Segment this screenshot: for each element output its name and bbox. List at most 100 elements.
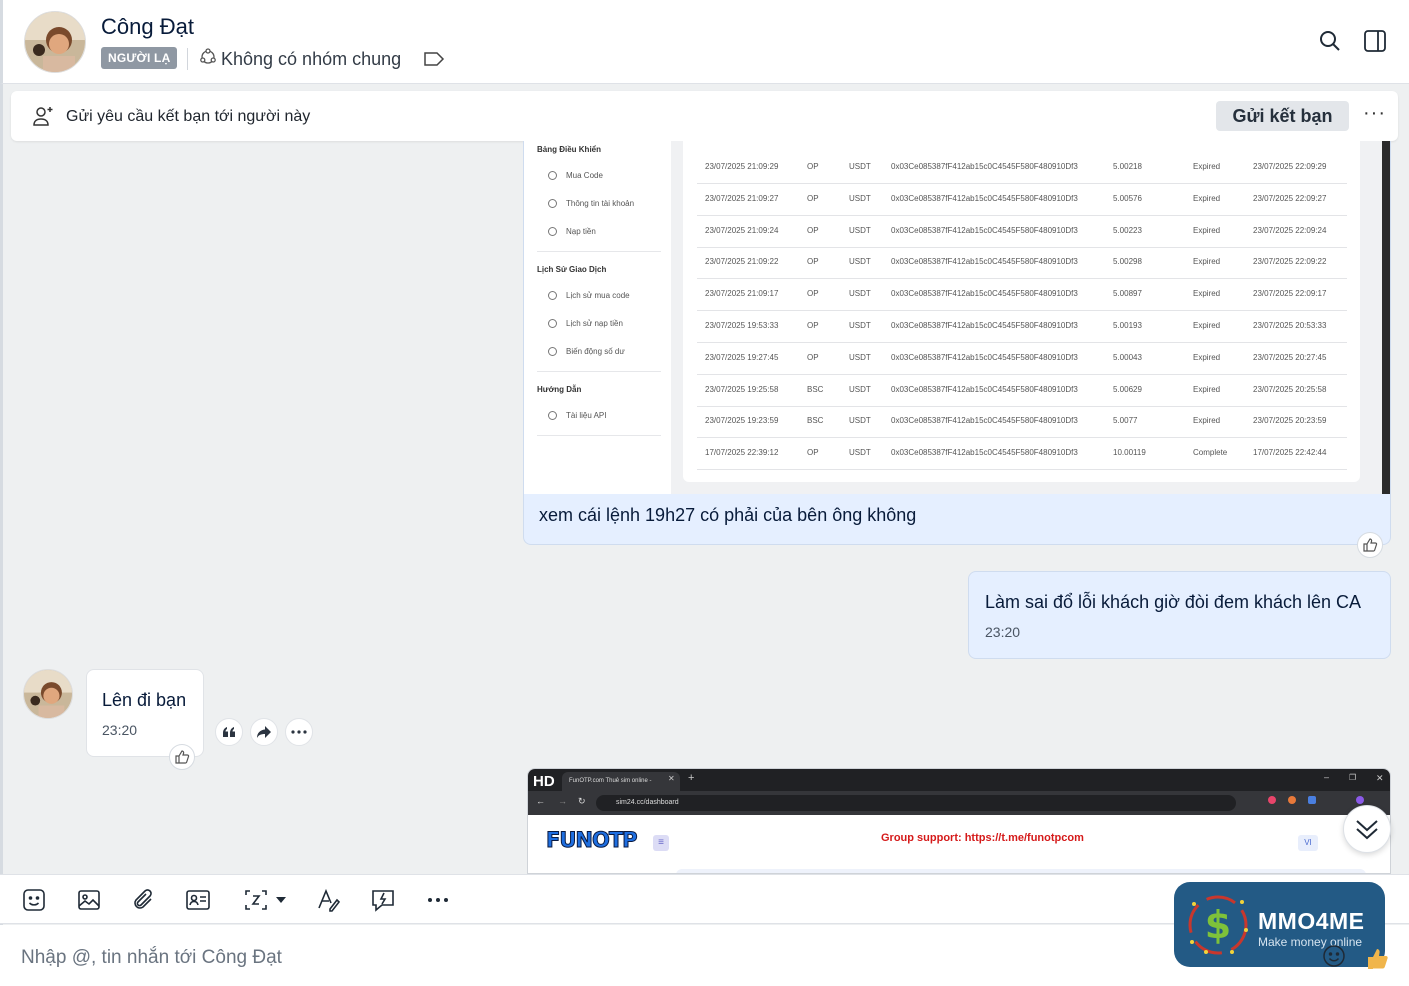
browser-address-bar: ← → ↻ sim24.cc/dashboard xyxy=(528,791,1390,815)
message-input-placeholder[interactable]: Nhập @, tin nhắn tới Công Đạt xyxy=(21,947,282,969)
menu-icon: ≡ xyxy=(653,835,669,851)
table-cell: 23/07/2025 21:09:17 xyxy=(705,289,779,299)
funotp-logo: FUNOTP xyxy=(546,828,639,853)
table-row: 23/07/2025 21:09:22 OP USDT 0x03Ce085387fF4… xyxy=(683,248,1360,280)
table-cell: 23/07/2025 19:27:45 xyxy=(705,352,779,362)
screenshot-capture-icon[interactable] xyxy=(239,886,291,914)
table-cell: USDT xyxy=(849,257,871,267)
stranger-badge: NGƯỜI LẠ xyxy=(101,47,178,69)
sidebar-divider xyxy=(537,371,661,372)
table-cell: 17/07/2025 22:39:12 xyxy=(705,448,779,458)
mmo4me-name: MMO4ME xyxy=(1258,908,1365,934)
quick-message-icon[interactable] xyxy=(369,886,397,914)
table-cell: 0x03Ce085387fF412ab15c0C4545F580F480910D… xyxy=(891,193,1078,203)
table-cell: 0x03Ce085387fF412ab15c0C4545F580F480910D… xyxy=(891,289,1078,299)
table-row: 23/07/2025 21:09:29 OP USDT 0x03Ce085387fF4… xyxy=(683,153,1360,185)
table-cell: 5.00193 xyxy=(1113,321,1142,330)
message-more-button[interactable] xyxy=(285,718,313,746)
table-row: 17/07/2025 22:39:12 OP USDT 0x03Ce085387fF4… xyxy=(683,439,1360,471)
screenshot-sidebar-item: Mua Code xyxy=(548,171,603,180)
more-tools-icon[interactable] xyxy=(424,886,452,914)
browser-tab-strip: HD FunOTP.com Thuê sim online - ✕ + – ❐ … xyxy=(528,769,1390,791)
table-cell: Expired xyxy=(1193,225,1221,235)
common-groups-info[interactable]: Không có nhóm chung xyxy=(199,48,401,71)
message-time: 23:20 xyxy=(985,624,1021,640)
attachment-icon[interactable] xyxy=(130,886,158,914)
table-cell: 5.00897 xyxy=(1113,289,1142,299)
svg-text:$: $ xyxy=(1205,903,1231,947)
screenshot-sidebar-heading: Bảng Điều Khiển xyxy=(537,145,602,154)
friend-request-bar: Gửi yêu cầu kết bạn tới người này Gửi kế… xyxy=(11,91,1398,141)
sidebar-divider xyxy=(537,251,661,252)
text-format-icon[interactable] xyxy=(315,886,343,914)
quote-reply-button[interactable] xyxy=(215,718,243,746)
screenshot-sidebar-heading: Hướng Dẫn xyxy=(537,385,582,394)
contact-avatar[interactable] xyxy=(24,11,86,73)
table-cell: 5.00223 xyxy=(1113,225,1142,235)
extension-icon xyxy=(1288,796,1296,804)
tab-close-icon: ✕ xyxy=(668,774,675,783)
row-divider xyxy=(697,469,1347,471)
transaction-screenshot[interactable]: Bảng Điều Khiển Mua Code Thông tin tài kho… xyxy=(524,141,1390,494)
screenshot-sidebar-item: Biến động số dư xyxy=(548,347,625,356)
table-cell: 0x03Ce085387fF412ab15c0C4545F580F480910D… xyxy=(891,257,1078,267)
profile-icon xyxy=(1356,796,1364,804)
reload-icon: ↻ xyxy=(578,796,586,806)
send-friend-request-button[interactable]: Gửi kết bạn xyxy=(1216,101,1349,131)
image-icon[interactable] xyxy=(75,886,103,914)
table-cell: 23/07/2025 19:23:59 xyxy=(705,416,779,426)
table-cell: 0x03Ce085387fF412ab15c0C4545F580F480910D… xyxy=(891,321,1078,330)
mmo4me-logo: $ MMO4ME Make money online xyxy=(1174,882,1385,967)
table-cell: USDT xyxy=(849,289,871,299)
table-cell: 23/07/2025 21:09:29 xyxy=(705,162,779,171)
minimize-icon: – xyxy=(1324,772,1330,782)
emoji-icon[interactable] xyxy=(1322,944,1346,973)
table-cell: BSC xyxy=(807,416,824,426)
chat-left-border xyxy=(0,84,3,986)
contact-name[interactable]: Công Đạt xyxy=(101,14,194,40)
mmo4me-tagline: Make money online xyxy=(1258,935,1363,949)
friend-request-text: Gửi yêu cầu kết bạn tới người này xyxy=(66,108,311,125)
table-cell: 5.00298 xyxy=(1113,257,1142,267)
maximize-icon: ❐ xyxy=(1349,773,1357,782)
sidebar-toggle-icon[interactable] xyxy=(1361,27,1389,55)
table-row: 23/07/2025 21:09:27 OP USDT 0x03Ce085387fF4… xyxy=(683,185,1360,217)
browser-screenshot-message[interactable]: HD FunOTP.com Thuê sim online - ✕ + – ❐ … xyxy=(527,768,1391,874)
table-cell: 17/07/2025 22:42:44 xyxy=(1253,448,1327,458)
like-reaction-button[interactable] xyxy=(169,744,195,770)
table-cell: OP xyxy=(807,352,819,362)
sender-avatar[interactable] xyxy=(23,669,73,719)
table-row: 23/07/2025 21:09:24 OP USDT 0x03Ce085387fF4… xyxy=(683,217,1360,249)
screenshot-sidebar: Bảng Điều Khiển Mua Code Thông tin tài kho… xyxy=(524,141,671,494)
table-cell: 0x03Ce085387fF412ab15c0C4545F580F480910D… xyxy=(891,225,1078,235)
scroll-to-bottom-button[interactable] xyxy=(1343,805,1391,853)
screenshot-sidebar-label: Lịch sử mua code xyxy=(566,291,630,300)
table-cell: 23/07/2025 19:25:58 xyxy=(705,384,779,394)
browser-tab: FunOTP.com Thuê sim online - xyxy=(562,772,680,791)
friend-bar-more-button[interactable]: ··· xyxy=(1363,102,1386,125)
search-icon[interactable] xyxy=(1316,27,1344,55)
table-cell: 23/07/2025 22:09:27 xyxy=(1253,193,1327,203)
quick-like-icon[interactable] xyxy=(1366,948,1390,975)
table-cell: 23/07/2025 22:09:24 xyxy=(1253,225,1327,235)
forward-nav-icon: → xyxy=(558,796,567,806)
forward-button[interactable] xyxy=(250,718,278,746)
like-reaction-button[interactable] xyxy=(1357,532,1383,558)
sent-message[interactable]: Làm sai đổ lỗi khách giờ đòi đem khách l… xyxy=(968,571,1391,659)
image-message[interactable]: Bảng Điều Khiển Mua Code Thông tin tài kho… xyxy=(523,141,1391,545)
table-cell: Expired xyxy=(1193,193,1221,203)
contact-card-icon[interactable] xyxy=(184,886,212,914)
table-row: 23/07/2025 19:23:59 BSC USDT 0x03Ce085387fF… xyxy=(683,407,1360,439)
table-cell: 0x03Ce085387fF412ab15c0C4545F580F480910D… xyxy=(891,416,1078,426)
table-cell: Expired xyxy=(1193,352,1221,362)
table-cell: USDT xyxy=(849,384,871,394)
screenshot-table: 23/07/2025 21:09:29 OP USDT 0x03Ce085387fF4… xyxy=(683,141,1360,482)
tag-icon[interactable] xyxy=(423,50,445,73)
screenshot-sidebar-label: Biến động số dư xyxy=(566,347,625,356)
table-cell: 5.00043 xyxy=(1113,352,1142,362)
sticker-icon[interactable] xyxy=(20,886,48,914)
screenshot-sidebar-label: Nạp tiền xyxy=(566,227,596,236)
table-cell: Complete xyxy=(1193,448,1228,458)
table-cell: 23/07/2025 21:09:27 xyxy=(705,193,779,203)
screenshot-sidebar-label: Lịch sử nạp tiền xyxy=(566,319,623,328)
